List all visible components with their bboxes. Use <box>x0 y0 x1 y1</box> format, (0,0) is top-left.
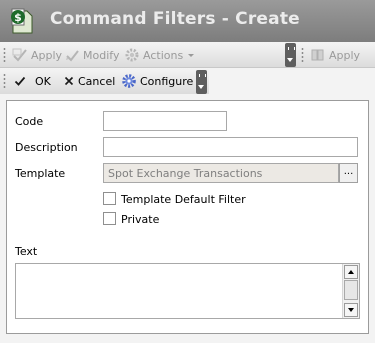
template-default-filter-label: Template Default Filter <box>121 193 246 206</box>
toolbar-grip[interactable] <box>301 47 304 63</box>
template-label: Template <box>15 167 66 180</box>
scroll-down-button[interactable] <box>344 303 358 317</box>
text-area-scrollbar[interactable] <box>342 264 359 318</box>
apply-icon <box>12 48 27 62</box>
private-checkbox[interactable] <box>103 212 116 225</box>
apply-label: Apply <box>31 48 63 62</box>
actions-menu-button[interactable]: Actions <box>124 46 195 64</box>
toolbar-grip[interactable] <box>3 47 6 63</box>
toolbar-empty-area <box>209 68 375 94</box>
apply-label: Apply <box>329 48 361 62</box>
cancel-label: Cancel <box>78 74 116 88</box>
cancel-button[interactable]: Cancel <box>63 72 115 90</box>
toolbar-grip[interactable] <box>3 73 6 89</box>
dollar-document-icon: $ <box>11 8 33 34</box>
chevron-down-icon <box>188 53 195 57</box>
configure-button[interactable]: Configure <box>121 72 193 90</box>
svg-text:$: $ <box>14 11 22 24</box>
text-label: Text <box>15 245 38 258</box>
code-field[interactable] <box>103 111 227 131</box>
template-field: Spot Exchange Transactions <box>103 163 339 183</box>
code-label: Code <box>15 115 44 128</box>
modify-icon <box>66 50 79 62</box>
form-panel: Code Description Template Spot Exchange … <box>6 100 369 334</box>
x-icon <box>64 76 74 86</box>
modify-label: Modify <box>83 48 120 62</box>
apply-button[interactable]: Apply <box>12 46 62 64</box>
toolbar-overflow-button[interactable] <box>285 43 296 67</box>
text-area[interactable] <box>15 263 360 319</box>
template-browse-button[interactable]: ... <box>339 163 358 183</box>
template-default-filter-checkbox[interactable] <box>103 192 116 205</box>
description-label: Description <box>15 141 78 154</box>
private-label: Private <box>121 213 160 226</box>
title-bar: $ Command Filters - Create <box>0 0 375 42</box>
toolbar-top: Apply Modify Actions Apply <box>0 42 375 68</box>
configure-label: Configure <box>140 74 194 88</box>
actions-label: Actions <box>143 48 184 62</box>
toolbar-overflow-button[interactable] <box>196 70 207 94</box>
modify-button[interactable]: Modify <box>64 46 119 64</box>
gear-icon <box>122 74 136 88</box>
toolbar-bottom: OK Cancel Configure <box>0 68 209 94</box>
scroll-thumb[interactable] <box>344 280 358 300</box>
check-icon <box>14 76 26 86</box>
ok-label: OK <box>35 74 51 88</box>
gear-icon <box>125 48 139 62</box>
apply-icon <box>311 49 324 61</box>
scroll-up-button[interactable] <box>344 265 358 279</box>
description-field[interactable] <box>103 137 358 157</box>
apply-button-right[interactable]: Apply <box>310 46 360 64</box>
ok-button[interactable]: OK <box>14 72 51 90</box>
window-title: Command Filters - Create <box>50 9 300 29</box>
